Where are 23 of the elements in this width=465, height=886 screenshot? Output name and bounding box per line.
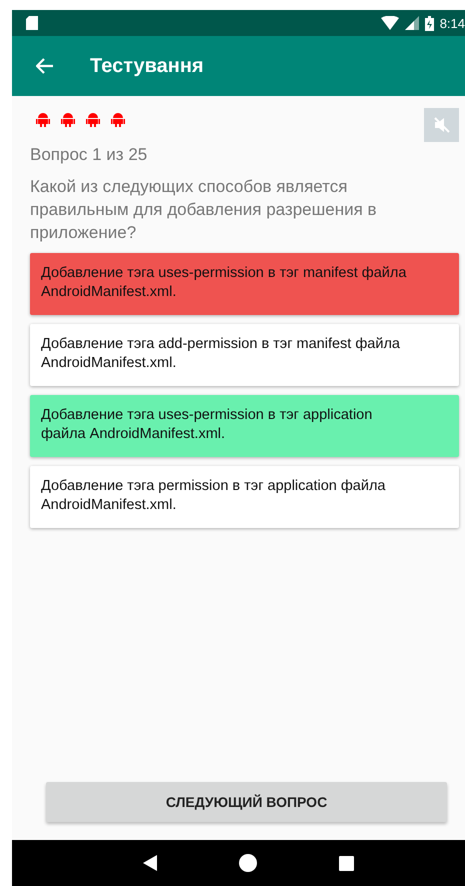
sd-card-icon (26, 16, 38, 30)
answer-option[interactable]: Добавление тэга uses-permission в тэг application файла AndroidManifest.xml. (30, 395, 459, 457)
answer-option[interactable]: Добавление тэга add-permission в тэг manifest файла AndroidManifest.xml. (30, 324, 459, 386)
speaker-muted-icon (432, 116, 450, 134)
next-question-button[interactable]: СЛЕДУЮЩИЙ ВОПРОС (46, 782, 447, 822)
back-triangle-icon[interactable] (143, 855, 157, 871)
question-text: Какой из следующих способов является правильным для добавления разрешения в приложение? (30, 176, 378, 244)
battery-icon (424, 16, 434, 30)
answer-option[interactable]: Добавление тэга permission в тэг application файла AndroidManifest.xml. (30, 466, 459, 528)
android-icon (61, 112, 75, 127)
home-circle-icon[interactable] (239, 854, 257, 872)
android-icon (111, 112, 125, 127)
signal-icon (404, 16, 419, 30)
question-counter: Вопрос 1 из 25 (30, 145, 148, 165)
recents-square-icon[interactable] (339, 856, 354, 870)
android-icon (36, 112, 50, 127)
screen-title: Тестування (90, 54, 204, 78)
android-icon (86, 112, 100, 127)
answer-option[interactable]: Добавление тэга uses-permission в тэг manifest файла AndroidManifest.xml. (30, 253, 459, 315)
wifi-icon (380, 16, 399, 30)
back-arrow-icon (36, 58, 54, 74)
sound-toggle-button[interactable] (424, 108, 459, 142)
clock-time: 8:14 (440, 16, 465, 30)
